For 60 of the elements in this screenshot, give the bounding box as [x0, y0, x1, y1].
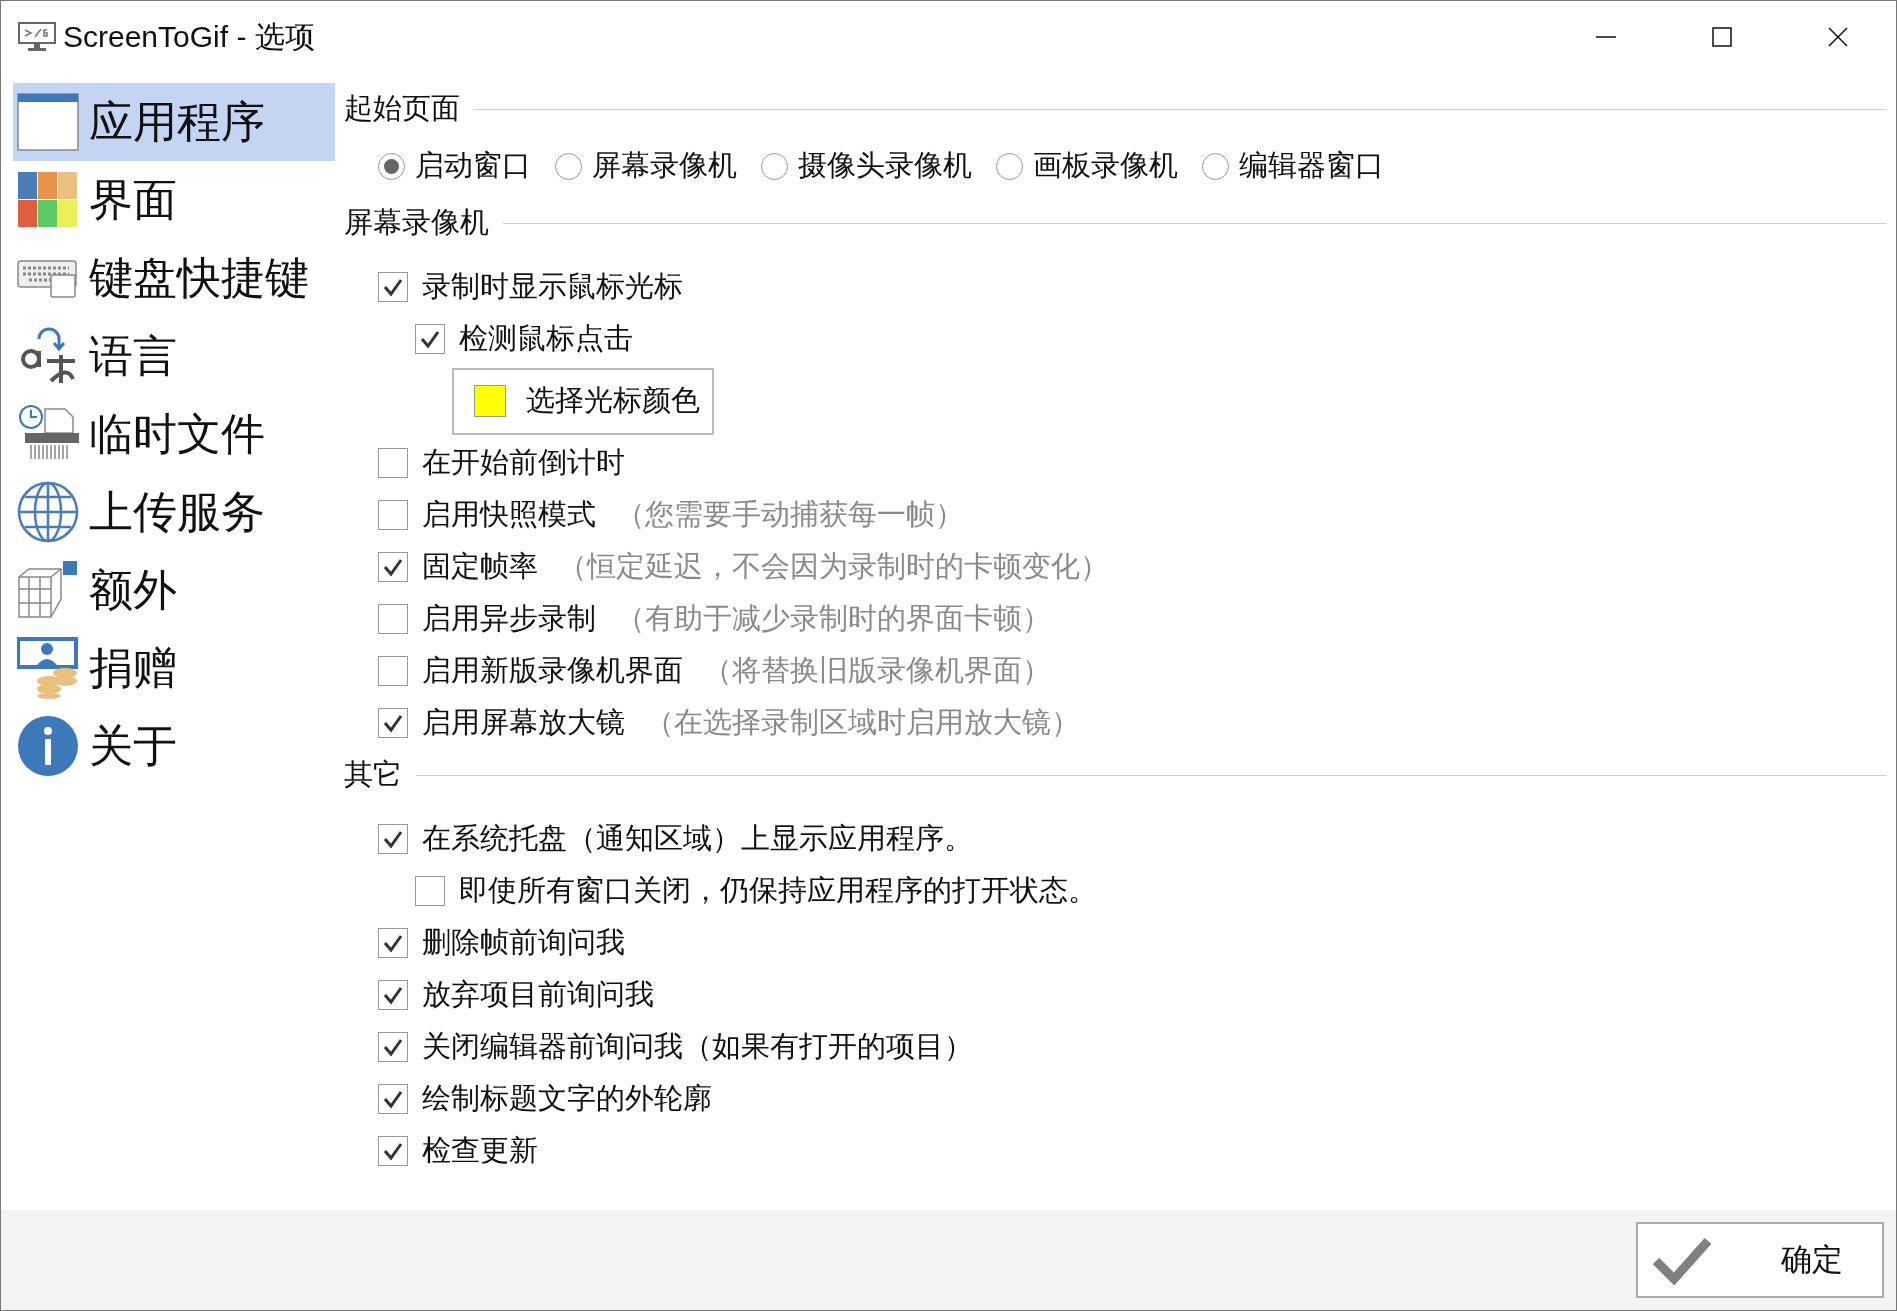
checkmark-icon [382, 1088, 404, 1110]
checkbox[interactable]: 关闭编辑器前询问我（如果有打开的项目） [378, 1027, 973, 1067]
section-heading: 起始页面 [344, 91, 460, 126]
radio-button[interactable]: 摄像头录像机 [761, 146, 972, 186]
hint-text: （在选择录制区域时启用放大镜） [645, 705, 1080, 740]
sidebar-item[interactable]: 应用程序 [13, 83, 335, 161]
checkbox[interactable]: 录制时显示鼠标光标 [378, 267, 683, 307]
checkbox[interactable]: 在系统托盘（通知区域）上显示应用程序。 [378, 819, 973, 859]
checkbox[interactable]: 启用异步录制 [378, 599, 596, 639]
checkmark-icon [382, 828, 404, 850]
checkmark-icon [382, 1036, 404, 1058]
checkbox[interactable]: 即使所有窗口关闭，仍保持应用程序的打开状态。 [415, 871, 1097, 911]
sidebar-item[interactable]: 额外 [13, 551, 335, 629]
close-icon [1827, 26, 1849, 48]
checkbox[interactable]: 放弃项目前询问我 [378, 975, 654, 1015]
hint-text: （您需要手动捕获每一帧） [616, 497, 964, 532]
checkbox[interactable]: 检测鼠标点击 [415, 319, 633, 359]
sidebar-item[interactable]: 界面 [13, 161, 335, 239]
radio-button[interactable]: 屏幕录像机 [555, 146, 737, 186]
checkmark-icon [419, 328, 441, 350]
checkmark-icon [382, 932, 404, 954]
checkbox[interactable]: 删除帧前询问我 [378, 923, 625, 963]
cubes-icon [17, 559, 79, 621]
checkbox[interactable]: 启用屏幕放大镜 [378, 703, 625, 743]
hint-text: （有助于减少录制时的界面卡顿） [616, 601, 1051, 636]
checkmark-icon [382, 556, 404, 578]
sidebar-item[interactable]: 捐赠 [13, 629, 335, 707]
checkbox[interactable]: 在开始前倒计时 [378, 443, 625, 483]
money-icon [17, 637, 79, 699]
checkbox[interactable]: 绘制标题文字的外轮廓 [378, 1079, 712, 1119]
checkmark-icon [382, 712, 404, 734]
maximize-icon [1711, 26, 1733, 48]
sidebar-item[interactable]: 语言 [13, 317, 335, 395]
sidebar-item[interactable]: 关于 [13, 707, 335, 785]
hint-text: （将替换旧版录像机界面） [703, 653, 1051, 688]
hint-text: （恒定延迟，不会因为录制时的卡顿变化） [558, 549, 1109, 584]
checkmark-icon [1652, 1235, 1712, 1285]
ok-button[interactable]: 确定 [1636, 1222, 1884, 1298]
section-heading: 其它 [344, 757, 402, 792]
section-heading: 屏幕录像机 [344, 205, 489, 240]
globe-icon [17, 481, 79, 543]
checkbox[interactable]: 固定帧率 [378, 547, 538, 587]
sidebar-item[interactable]: 键盘快捷键 [13, 239, 335, 317]
monitor-icon [17, 21, 57, 53]
checkmark-icon [382, 276, 404, 298]
checkmark-icon [382, 984, 404, 1006]
color-picker-button[interactable]: 选择光标颜色 [452, 367, 714, 435]
checkbox[interactable]: 检查更新 [378, 1131, 538, 1171]
sidebar-item[interactable]: 临时文件 [13, 395, 335, 473]
info-icon [17, 715, 79, 777]
window-icon [17, 91, 79, 153]
minimize-icon [1595, 36, 1617, 38]
window-title: ScreenToGif - 选项 [63, 18, 316, 55]
checkbox[interactable]: 启用快照模式 [378, 495, 596, 535]
checkmark-icon [382, 1140, 404, 1162]
radio-button[interactable]: 画板录像机 [996, 146, 1178, 186]
radio-button[interactable]: 编辑器窗口 [1202, 146, 1384, 186]
radio-button[interactable]: 启动窗口 [378, 146, 531, 186]
checkbox[interactable]: 启用新版录像机界面 [378, 651, 683, 691]
sidebar-item[interactable]: 上传服务 [13, 473, 335, 551]
